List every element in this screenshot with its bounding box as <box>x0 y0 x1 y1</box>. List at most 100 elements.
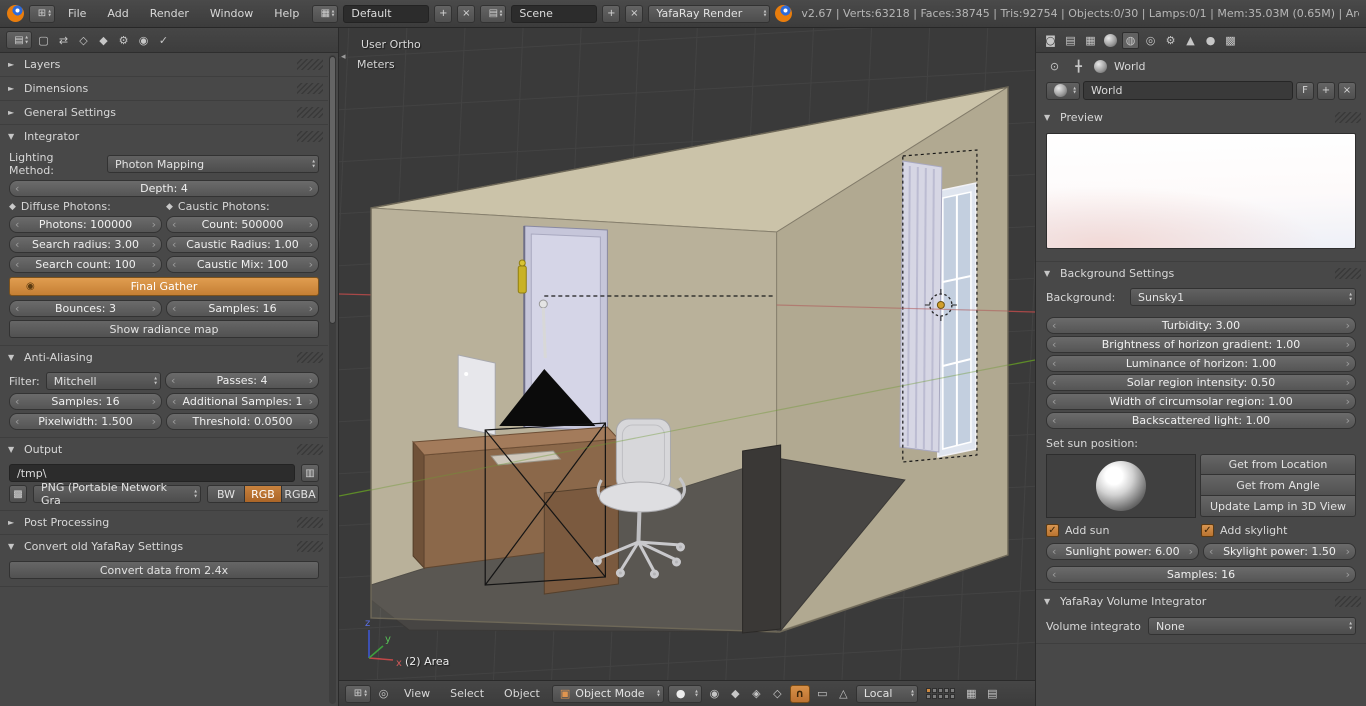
panel-grip[interactable] <box>297 59 323 70</box>
editor-type-icon[interactable]: ⊞ <box>29 4 55 23</box>
bw-button[interactable]: BW <box>207 485 245 503</box>
panel-layers[interactable]: ► Layers <box>0 53 328 77</box>
cabinet-object[interactable] <box>742 444 782 634</box>
close-screen-button[interactable]: × <box>457 4 476 23</box>
render-engine-select[interactable]: YafaRay Render <box>648 4 771 23</box>
pin-icon[interactable]: ◉ <box>135 32 152 49</box>
bounces-slider[interactable]: Bounces: 3 <box>9 300 162 317</box>
panel-grip[interactable] <box>297 83 323 94</box>
transform-orientation-select[interactable]: Local <box>855 684 918 703</box>
pin-icon[interactable]: ◎ <box>375 685 392 702</box>
layers-widget[interactable] <box>925 688 955 699</box>
collapse-arrow-icon[interactable]: ▼ <box>8 132 18 141</box>
panel-post-processing[interactable]: ► Post Processing <box>0 511 328 535</box>
pin-icon[interactable]: ⊙ <box>1046 58 1063 75</box>
aa-threshold-slider[interactable]: Threshold: 0.0500 <box>166 413 319 430</box>
panel-grip[interactable] <box>297 107 323 118</box>
expand-arrow-icon[interactable]: ► <box>8 60 18 69</box>
manipulator-rotate-icon[interactable]: ◈ <box>748 685 765 702</box>
collapse-arrow-icon[interactable]: ▼ <box>8 445 18 454</box>
navigate-icon[interactable]: ╋ <box>1070 58 1087 75</box>
add-screen-button[interactable]: + <box>434 4 453 23</box>
pivot-point-icon[interactable]: ◉ <box>706 685 723 702</box>
search-radius-slider[interactable]: Search radius: 3.00 <box>9 236 162 253</box>
expand-arrow-icon[interactable]: ► <box>8 84 18 93</box>
blender-logo-icon[interactable] <box>7 5 24 22</box>
horizon-brightness-slider[interactable]: Brightness of horizon gradient: 1.00 <box>1046 336 1356 353</box>
panel-grip[interactable] <box>297 541 323 552</box>
lighting-method-select[interactable]: Photon Mapping <box>107 155 319 173</box>
sort-icon[interactable]: ⇄ <box>55 32 72 49</box>
screen-name-field[interactable]: Default <box>343 4 430 23</box>
show-radiance-map-button[interactable]: Show radiance map <box>9 320 319 338</box>
manipulator-translate-icon[interactable]: ◆ <box>727 685 744 702</box>
menu-select[interactable]: Select <box>442 685 492 702</box>
final-gather-toggle[interactable]: ◉ Final Gather <box>9 277 319 296</box>
ghost-icon[interactable]: ◇ <box>75 32 92 49</box>
snap-target-icon[interactable]: △ <box>835 685 852 702</box>
panel-grip[interactable] <box>297 352 323 363</box>
panel-grip[interactable] <box>1335 268 1361 279</box>
caustic-mix-slider[interactable]: Caustic Mix: 100 <box>166 256 319 273</box>
constraints-tab-icon[interactable]: ◎ <box>1142 32 1159 49</box>
scene-name-field[interactable]: Scene <box>511 4 598 23</box>
gear-icon[interactable]: ⚙ <box>115 32 132 49</box>
photons-slider[interactable]: Photons: 100000 <box>9 216 162 233</box>
object-tab-icon[interactable]: ◍ <box>1122 31 1139 49</box>
horizon-luminance-slider[interactable]: Luminance of horizon: 1.00 <box>1046 355 1356 372</box>
material-tab-icon[interactable]: ● <box>1202 32 1219 49</box>
volume-integrator-select[interactable]: None <box>1148 617 1356 635</box>
caustic-radius-slider[interactable]: Caustic Radius: 1.00 <box>166 236 319 253</box>
panel-grip[interactable] <box>297 131 323 142</box>
figurine-object[interactable] <box>517 259 527 294</box>
output-path-field[interactable]: /tmp\ <box>9 464 295 482</box>
menu-window[interactable]: Window <box>202 5 261 22</box>
modifiers-tab-icon[interactable]: ⚙ <box>1162 32 1179 49</box>
aa-passes-slider[interactable]: Passes: 4 <box>165 372 319 389</box>
snap-element-icon[interactable]: ▭ <box>814 685 831 702</box>
unlink-datablock-button[interactable]: × <box>1338 81 1356 100</box>
get-from-angle-button[interactable]: Get from Angle <box>1200 475 1356 496</box>
panel-dimensions[interactable]: ► Dimensions <box>0 77 328 101</box>
rgba-button[interactable]: RGBA <box>282 485 319 503</box>
left-panel-scrollbar[interactable] <box>329 55 336 704</box>
turbidity-slider[interactable]: Turbidity: 3.00 <box>1046 317 1356 334</box>
caustic-count-slider[interactable]: Count: 500000 <box>166 216 319 233</box>
update-lamp-button[interactable]: Update Lamp in 3D View <box>1200 496 1356 517</box>
aa-filter-select[interactable]: Mitchell <box>45 372 161 390</box>
close-scene-button[interactable]: × <box>625 4 644 23</box>
scene-tab-icon[interactable]: ▦ <box>1082 32 1099 49</box>
collapse-arrow-icon[interactable]: ▼ <box>8 353 18 362</box>
snap-magnet-toggle[interactable]: ∩ <box>789 684 810 703</box>
render-tab-icon[interactable]: ◙ <box>1042 32 1059 49</box>
rgb-button[interactable]: RGB <box>245 485 282 503</box>
new-file-icon[interactable]: ▢ <box>35 32 52 49</box>
manipulator-scale-icon[interactable]: ◇ <box>769 685 786 702</box>
editor-type-icon[interactable]: ⊞ <box>345 684 371 703</box>
world-datablock-select[interactable] <box>1046 81 1080 100</box>
scrollbar-thumb[interactable] <box>329 56 336 324</box>
add-scene-button[interactable]: + <box>602 4 621 23</box>
aa-pixelwidth-slider[interactable]: Pixelwidth: 1.500 <box>9 413 162 430</box>
menu-view[interactable]: View <box>396 685 438 702</box>
data-tab-icon[interactable]: ▲ <box>1182 32 1199 49</box>
render-layers-tab-icon[interactable]: ▤ <box>1062 32 1079 49</box>
screen-layout-icon[interactable]: ▦ <box>312 4 339 23</box>
menu-add[interactable]: Add <box>99 5 136 22</box>
panel-general-settings[interactable]: ► General Settings <box>0 101 328 125</box>
texture-tab-icon[interactable]: ▩ <box>1222 32 1239 49</box>
folder-icon[interactable]: ▥ <box>301 464 319 482</box>
add-skylight-checkbox[interactable]: ✓ <box>1201 524 1214 537</box>
aa-samples-slider[interactable]: Samples: 16 <box>9 393 162 410</box>
sky-samples-slider[interactable]: Samples: 16 <box>1046 566 1356 583</box>
tools-icon[interactable]: ✓ <box>155 32 172 49</box>
link-icon[interactable]: ◆ <box>95 32 112 49</box>
solar-intensity-slider[interactable]: Solar region intensity: 0.50 <box>1046 374 1356 391</box>
sunlight-power-slider[interactable]: Sunlight power: 6.00 <box>1046 543 1199 560</box>
monitor-object[interactable] <box>457 354 496 436</box>
collapse-arrow-icon[interactable]: ▼ <box>1044 269 1054 278</box>
collapse-arrow-icon[interactable]: ▼ <box>8 542 18 551</box>
viewport-3d[interactable]: User Ortho Meters ◂ z y x (2) Area ⊞ ◎ V… <box>339 28 1035 706</box>
collapse-arrow-icon[interactable]: ▼ <box>1044 113 1054 122</box>
render-opengl-icon[interactable]: ▦ <box>963 685 980 702</box>
